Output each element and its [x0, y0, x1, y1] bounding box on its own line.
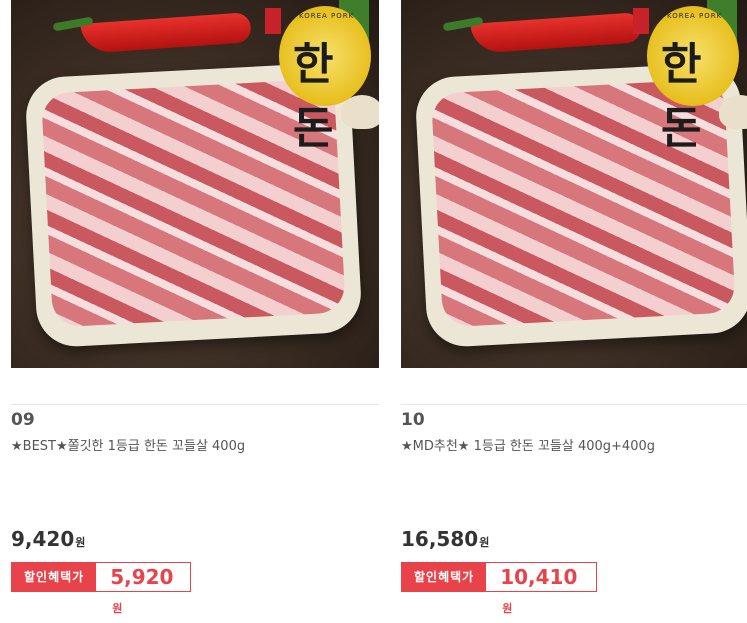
badge-korea-pork: KOREA PORK	[667, 12, 723, 20]
sale-price: 5,920원	[96, 563, 191, 615]
badge-stamp	[265, 8, 281, 34]
sale-label: 할인혜택가	[402, 563, 487, 591]
badge-korea-pork: KOREA PORK	[299, 12, 355, 20]
product-card[interactable]: KOREA PORK 한돈 09 ★BEST★쫄깃한 1등급 한돈 꼬들살 40…	[11, 0, 379, 615]
product-price: 9,420원	[11, 527, 85, 551]
sale-price-value: 5,920	[110, 565, 174, 589]
badge-stamp	[633, 8, 649, 34]
price-value: 9,420	[11, 527, 75, 551]
hanpork-badge: KOREA PORK 한돈	[265, 6, 371, 154]
divider	[11, 404, 379, 405]
product-price: 16,580원	[401, 527, 489, 551]
sale-box: 할인혜택가 5,920원	[11, 562, 192, 615]
sale-price-value: 10,410	[500, 565, 578, 589]
product-image[interactable]: KOREA PORK 한돈	[401, 0, 747, 368]
pepper-decor	[470, 12, 642, 54]
sale-box: 할인혜택가 10,410원	[401, 562, 598, 615]
price-value: 16,580	[401, 527, 479, 551]
badge-logo: 한돈	[293, 39, 334, 154]
price-unit: 원	[479, 536, 490, 549]
price-unit: 원	[75, 536, 86, 549]
product-card[interactable]: KOREA PORK 한돈 10 ★MD추천★ 1등급 한돈 꼬들살 400g+…	[401, 0, 747, 615]
product-rank: 10	[401, 410, 425, 430]
hanpork-badge: KOREA PORK 한돈	[633, 6, 739, 154]
product-rank: 09	[11, 410, 35, 430]
product-title[interactable]: ★MD추천★ 1등급 한돈 꼬들살 400g+400g	[401, 435, 655, 454]
sale-price: 10,410원	[486, 563, 597, 615]
product-title[interactable]: ★BEST★쫄깃한 1등급 한돈 꼬들살 400g	[11, 435, 245, 454]
badge-logo: 한돈	[661, 39, 702, 154]
divider	[401, 404, 747, 405]
product-image[interactable]: KOREA PORK 한돈	[11, 0, 379, 368]
pepper-decor	[80, 12, 252, 54]
sale-label: 할인혜택가	[12, 563, 97, 591]
